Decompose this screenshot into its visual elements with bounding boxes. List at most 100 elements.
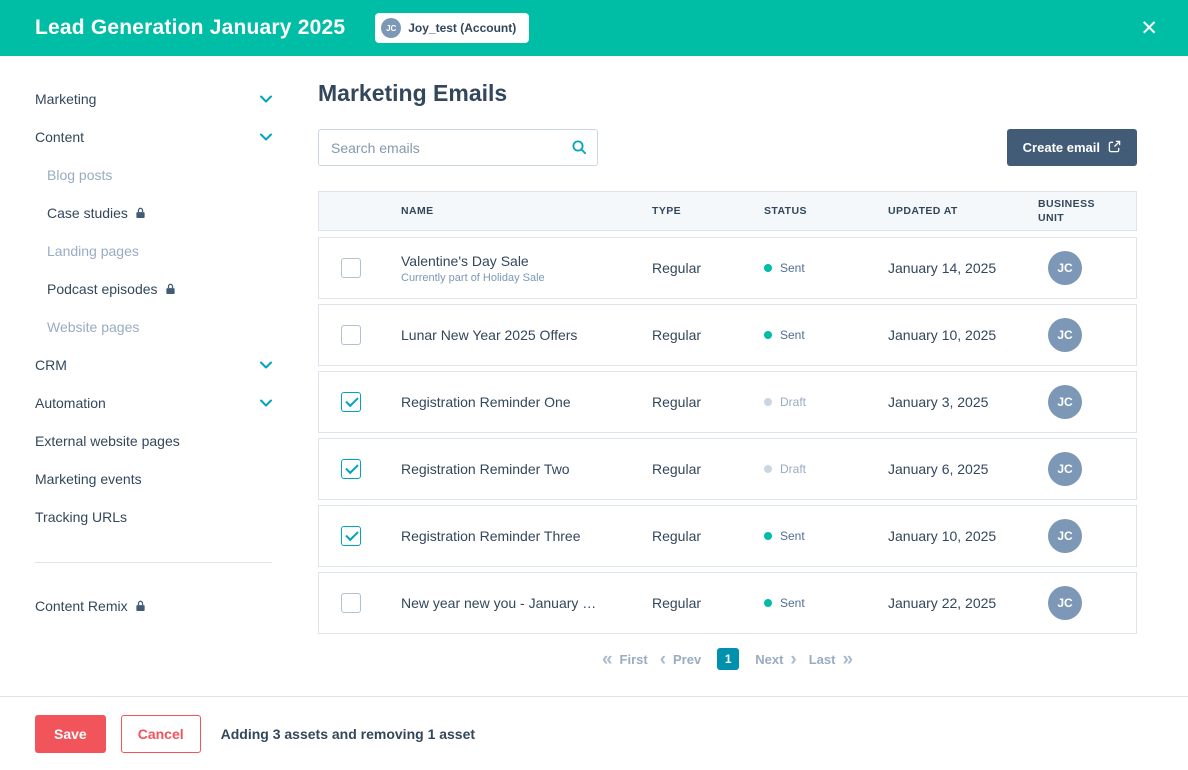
status-label: Sent <box>780 529 805 543</box>
sidebar-item-label: Content Remix <box>35 598 128 614</box>
email-name: Registration Reminder One <box>401 394 642 410</box>
status-label: Draft <box>780 462 806 476</box>
search-input[interactable] <box>318 129 598 166</box>
sidebar-item: Blog posts <box>35 156 272 194</box>
sidebar-item: Website pages <box>35 308 272 346</box>
sidebar-item-label: Website pages <box>47 319 139 335</box>
sidebar-item: Landing pages <box>35 232 272 270</box>
email-updated-at: January 22, 2025 <box>888 595 1038 611</box>
cancel-button[interactable]: Cancel <box>121 715 201 753</box>
emails-table: NAME TYPE STATUS UPDATED AT BUSINESS UNI… <box>318 191 1137 634</box>
email-status: Draft <box>764 462 888 476</box>
double-chevron-right-icon: » <box>842 650 853 669</box>
sidebar-item[interactable]: Marketing events <box>35 460 272 498</box>
pagination: « First ‹ Prev 1 Next › Last » <box>318 648 1137 670</box>
column-header-updated-at: UPDATED AT <box>888 205 1038 217</box>
sidebar-divider <box>35 562 272 563</box>
lock-icon <box>135 207 146 219</box>
business-unit-avatar: JC <box>1048 452 1082 486</box>
sidebar-item[interactable]: Tracking URLs <box>35 498 272 536</box>
account-label: Joy_test (Account) <box>408 21 516 35</box>
table-body: Valentine's Day Sale Currently part of H… <box>318 237 1137 634</box>
table-row: Valentine's Day Sale Currently part of H… <box>318 237 1137 299</box>
email-type: Regular <box>652 595 764 611</box>
column-header-type: TYPE <box>652 205 764 217</box>
account-avatar: JC <box>381 18 401 38</box>
sidebar-item-label: Case studies <box>47 205 128 221</box>
sidebar-item[interactable]: External website pages <box>35 422 272 460</box>
row-checkbox[interactable] <box>341 258 361 278</box>
business-unit-avatar: JC <box>1048 519 1082 553</box>
chevron-down-icon[interactable] <box>260 133 272 141</box>
table-row: Registration Reminder Three Regular Sent… <box>318 505 1137 567</box>
sidebar-item-content-remix[interactable]: Content Remix <box>35 587 272 625</box>
chevron-left-icon: ‹ <box>660 650 666 669</box>
sidebar-item-label: Content <box>35 129 84 145</box>
email-status: Sent <box>764 529 888 543</box>
column-header-name: NAME <box>383 205 652 217</box>
account-badge[interactable]: JC Joy_test (Account) <box>375 13 529 43</box>
create-email-button[interactable]: Create email <box>1007 129 1137 166</box>
email-type: Regular <box>652 394 764 410</box>
pagination-first[interactable]: « First <box>602 650 648 669</box>
chevron-right-icon: › <box>790 650 796 669</box>
email-name: Lunar New Year 2025 Offers <box>401 327 642 343</box>
table-row: Registration Reminder One Regular Draft … <box>318 371 1137 433</box>
search-icon <box>571 139 587 160</box>
save-button[interactable]: Save <box>35 715 106 753</box>
row-checkbox[interactable] <box>341 526 361 546</box>
email-updated-at: January 10, 2025 <box>888 327 1038 343</box>
email-status: Draft <box>764 395 888 409</box>
header: Lead Generation January 2025 JC Joy_test… <box>0 0 1188 56</box>
chevron-down-icon[interactable] <box>260 95 272 103</box>
close-icon[interactable]: ✕ <box>1136 14 1162 43</box>
sidebar-item[interactable]: Content <box>35 118 272 156</box>
email-name: New year new you - January … <box>401 595 642 611</box>
pagination-next[interactable]: Next › <box>755 650 797 669</box>
status-dot-icon <box>764 465 772 473</box>
sidebar-item-label: Podcast episodes <box>47 281 158 297</box>
sidebar-item[interactable]: Marketing <box>35 80 272 118</box>
sidebar-item[interactable]: CRM <box>35 346 272 384</box>
business-unit-avatar: JC <box>1048 318 1082 352</box>
email-updated-at: January 14, 2025 <box>888 260 1038 276</box>
table-row: Registration Reminder Two Regular Draft … <box>318 438 1137 500</box>
sidebar-item[interactable]: Automation <box>35 384 272 422</box>
email-type: Regular <box>652 327 764 343</box>
app-window: Lead Generation January 2025 JC Joy_test… <box>0 0 1188 770</box>
chevron-down-icon[interactable] <box>260 361 272 369</box>
status-label: Sent <box>780 328 805 342</box>
email-name: Valentine's Day Sale <box>401 253 642 269</box>
row-checkbox[interactable] <box>341 593 361 613</box>
status-dot-icon <box>764 264 772 272</box>
status-dot-icon <box>764 532 772 540</box>
sidebar-item-label: External website pages <box>35 433 180 449</box>
pagination-last[interactable]: Last » <box>809 650 853 669</box>
status-dot-icon <box>764 331 772 339</box>
column-header-status: STATUS <box>764 205 888 217</box>
row-checkbox[interactable] <box>341 459 361 479</box>
sidebar-item-label: Landing pages <box>47 243 139 259</box>
email-type: Regular <box>652 260 764 276</box>
main-panel: Marketing Emails Create email <box>290 56 1188 696</box>
table-row: Lunar New Year 2025 Offers Regular Sent … <box>318 304 1137 366</box>
sidebar-item-label: Automation <box>35 395 106 411</box>
pending-changes-message: Adding 3 assets and removing 1 asset <box>221 726 475 742</box>
sidebar-item[interactable]: Podcast episodes <box>35 270 272 308</box>
status-label: Sent <box>780 261 805 275</box>
email-type: Regular <box>652 461 764 477</box>
pagination-prev[interactable]: ‹ Prev <box>660 650 702 669</box>
double-chevron-left-icon: « <box>602 650 613 669</box>
row-checkbox[interactable] <box>341 325 361 345</box>
sidebar-item-label: Blog posts <box>47 167 112 183</box>
sidebar-item[interactable]: Case studies <box>35 194 272 232</box>
chevron-down-icon[interactable] <box>260 399 272 407</box>
row-checkbox[interactable] <box>341 392 361 412</box>
email-updated-at: January 3, 2025 <box>888 394 1038 410</box>
lock-icon <box>135 600 146 612</box>
page-title: Lead Generation January 2025 <box>35 16 345 40</box>
status-label: Draft <box>780 395 806 409</box>
business-unit-avatar: JC <box>1048 385 1082 419</box>
email-name: Registration Reminder Two <box>401 461 642 477</box>
sidebar-item-label: Marketing events <box>35 471 142 487</box>
